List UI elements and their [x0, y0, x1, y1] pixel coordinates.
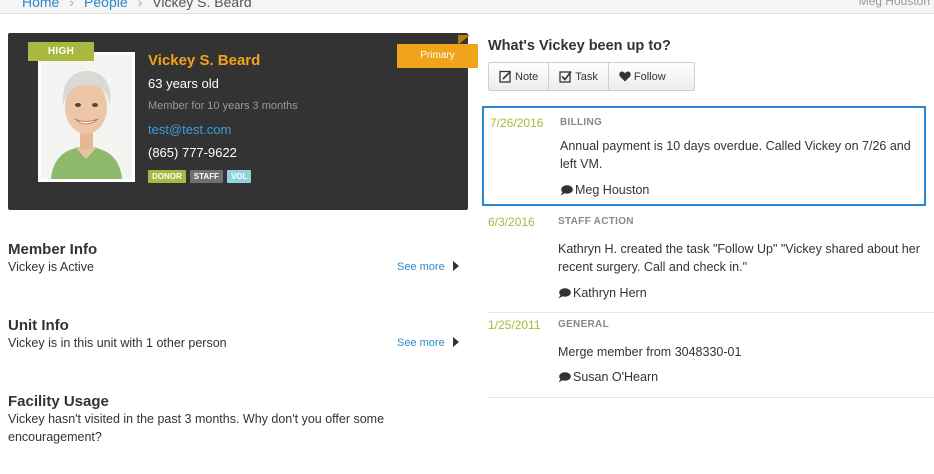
activity-divider [488, 397, 934, 398]
facility-usage-body: Vickey hasn't visited in the past 3 mont… [8, 412, 385, 444]
see-more-label: See more [397, 337, 445, 349]
tag-staff: STAFF [189, 170, 223, 183]
primary-ribbon: Primary [397, 44, 478, 68]
activity-item[interactable]: 6/3/2016 STAFF ACTION Kathryn H. created… [482, 207, 926, 311]
activity-item[interactable]: 7/26/2016 BILLING Annual payment is 10 d… [482, 106, 926, 206]
activity-author-name: Kathryn Hern [573, 286, 647, 300]
tag-donor: DONOR [148, 170, 186, 183]
activity-item[interactable]: 1/25/2011 GENERAL Merge member from 3048… [482, 310, 926, 397]
activity-author-name: Meg Houston [575, 183, 650, 197]
add-note-button[interactable]: Note [489, 63, 550, 90]
note-button-label: Note [515, 70, 539, 83]
activity-date: 6/3/2016 [488, 215, 535, 229]
current-user-name[interactable]: Meg Houston [859, 0, 930, 8]
ribbon-fold [458, 35, 470, 45]
breadcrumb-people-link[interactable]: People [84, 0, 128, 10]
speech-bubble-icon [560, 184, 573, 195]
activity-title: What's Vickey been up to? [488, 38, 671, 54]
breadcrumb-separator: › [69, 0, 75, 10]
breadcrumb: Home › People › Vickey S. Beard [22, 0, 252, 10]
activity-category: BILLING [560, 117, 603, 128]
member-age: 63 years old [148, 76, 219, 91]
unit-info-title: Unit Info [8, 317, 69, 334]
activity-category: STAFF ACTION [558, 216, 634, 227]
member-tags: DONOR STAFF VOL [148, 170, 252, 183]
breadcrumb-separator: › [137, 0, 143, 10]
activity-category: GENERAL [558, 319, 609, 330]
follow-button[interactable]: Follow [609, 63, 694, 90]
unit-info-see-more-link[interactable]: See more [397, 337, 459, 349]
activity-author[interactable]: Susan O'Hearn [558, 370, 658, 384]
priority-badge: HIGH [28, 42, 94, 61]
breadcrumb-home-link[interactable]: Home [22, 0, 59, 10]
profile-card: HIGH Vickey S. Beard 63 years old Member… [8, 33, 478, 210]
avatar [41, 55, 132, 179]
unit-info-body: Vickey is in this unit with 1 other pers… [8, 336, 227, 350]
task-button-label: Task [575, 70, 598, 83]
member-tenure: Member for 10 years 3 months [148, 100, 298, 112]
activity-text: Kathryn H. created the task "Follow Up" … [558, 242, 920, 274]
task-checkbox-icon [559, 71, 572, 83]
caret-right-icon [452, 261, 459, 271]
breadcrumb-bar: Home › People › Vickey S. Beard Meg Houston [0, 0, 934, 14]
facility-usage-title: Facility Usage [8, 393, 109, 410]
activity-text: Merge member from 3048330-01 [558, 345, 742, 359]
activity-author[interactable]: Meg Houston [560, 183, 649, 197]
breadcrumb-current: Vickey S. Beard [152, 0, 252, 10]
follow-button-label: Follow [633, 70, 666, 83]
note-icon [499, 70, 512, 83]
member-info-body: Vickey is Active [8, 260, 94, 274]
member-name: Vickey S. Beard [148, 52, 261, 69]
speech-bubble-icon [558, 287, 571, 298]
member-email-link[interactable]: test@test.com [148, 122, 231, 137]
caret-right-icon [452, 337, 459, 347]
member-phone: (865) 777-9622 [148, 145, 237, 160]
heart-icon [619, 71, 631, 82]
profile-photo [38, 52, 135, 182]
tag-vol: VOL [226, 170, 252, 183]
activity-text: Annual payment is 10 days overdue. Calle… [560, 139, 911, 171]
speech-bubble-icon [558, 371, 571, 382]
activity-date: 1/25/2011 [488, 318, 541, 332]
activity-button-group: Note Task Follow [488, 62, 695, 91]
see-more-label: See more [397, 261, 445, 273]
activity-author[interactable]: Kathryn Hern [558, 286, 647, 300]
add-task-button[interactable]: Task [549, 63, 609, 90]
activity-author-name: Susan O'Hearn [573, 370, 659, 384]
member-info-title: Member Info [8, 241, 98, 258]
member-info-see-more-link[interactable]: See more [397, 261, 459, 273]
activity-date: 7/26/2016 [490, 116, 544, 130]
